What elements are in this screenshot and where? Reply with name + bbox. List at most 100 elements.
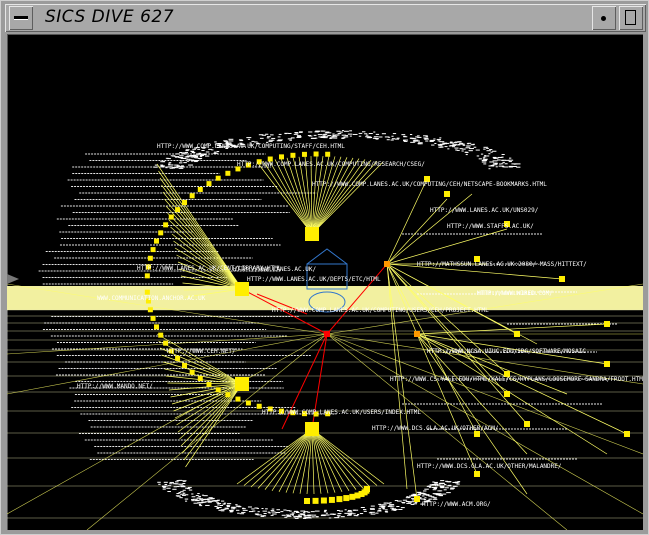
url-label[interactable]: HTTP://WWW.ACM.ORG/ [422,502,491,508]
label-speck [486,155,490,157]
label-speck [239,513,245,515]
dive-window: SICS DIVE 627 HTTP://WWW.LANES.AC.UK/HTT… [0,0,649,535]
label-speck [254,513,259,515]
label-speck [162,488,166,490]
label-speck [172,488,177,490]
label-speck [389,504,395,506]
label-speck [271,139,275,141]
label-speck [433,487,437,489]
label-speck [429,140,434,142]
label-speck [483,146,488,148]
label-speck [284,132,289,134]
label-speck [416,135,420,137]
label-speck [266,136,271,138]
label-speck [358,132,363,134]
label-speck [263,513,267,515]
label-speck [441,483,445,485]
label-speck [415,136,418,138]
label-speck [360,506,365,508]
label-speck [175,495,180,497]
minimize-button[interactable] [592,6,616,30]
node-box [150,247,156,253]
url-label[interactable]: HTTP://WWW.STAFFS.AC.UK/ [447,224,534,230]
label-speck [168,163,171,165]
label-speck [186,488,191,490]
node-box [235,396,241,402]
window-menu-button[interactable] [9,6,33,30]
label-speck [502,159,505,161]
url-label[interactable]: HTTP://WWW.COMP.LANES.AC.UK/USERS/INDEX.… [262,410,421,416]
label-speck [440,146,444,148]
link-line [416,333,568,395]
label-speck [169,483,172,485]
label-speck [423,137,429,139]
node-box [290,152,296,158]
label-speck [205,155,210,157]
url-label[interactable]: HTTP://WWW.NCSA.UIUC.EDU/SDG/SOFTWARE/MO… [427,349,586,355]
node-box [189,369,195,375]
label-speck [512,165,517,167]
link-line [278,428,313,492]
label-speck [361,131,366,133]
label-speck [242,507,245,509]
label-speck [310,511,315,513]
label-speck [424,488,429,490]
label-speck [370,513,376,515]
url-label[interactable]: HTTP://WWW.LANES.AC.UK/CENT/LIBRARY.HTML [137,266,282,272]
label-speck [197,502,202,504]
label-speck [254,507,258,509]
label-speck [391,138,396,140]
label-speck [454,481,460,483]
label-speck [265,133,269,135]
label-speck [325,512,328,514]
label-speck [370,505,375,507]
url-label[interactable]: HTTP://WWW.MANDO.NET/ [77,384,153,390]
link-line [311,428,378,486]
label-speck [431,144,435,146]
node-box [158,230,164,236]
link-line [159,177,243,290]
url-label[interactable]: HTTP://WWW.CEH.NET/ [167,349,236,355]
label-speck [406,496,409,498]
label-speck [320,130,324,132]
label-speck [242,509,248,511]
url-label[interactable]: HTTP://WWW.COMP.LANES.AC.UK/COMPUTING/ST… [157,144,345,150]
label-speck [291,512,296,514]
label-speck [341,134,347,136]
url-label[interactable]: HTTP://WWW.COMP.LANES.AC.UK/COMPUTING/US… [272,308,489,314]
label-speck [214,500,218,502]
label-speck [158,483,161,485]
url-label[interactable]: HTTP://WWW.DCS.GLA.AC.UK/OTHER/ACM/ [372,426,498,432]
link-line [416,323,608,335]
label-speck [461,148,466,150]
label-speck [297,514,301,516]
label-speck [191,496,196,498]
url-label[interactable]: HTTP://WWW.LANES.AC.UK/UNS029/ [430,208,538,214]
label-speck [199,155,205,157]
url-label[interactable]: HTTP://WWW.WIRED.COM/ [477,291,553,297]
label-speck [167,491,171,493]
label-speck [405,497,410,499]
label-speck [316,130,320,132]
url-label[interactable]: HTTP://WWW.CS.YALE.EDU/HTML/YALE/CS/HYPL… [390,377,643,383]
label-speck [440,487,445,489]
maximize-icon [625,10,636,25]
horizon-marker [7,274,19,284]
3d-viewport[interactable]: HTTP://WWW.LANES.AC.UK/HTTP://WWW.STAFFS… [7,34,643,530]
label-speck [481,161,487,163]
url-label[interactable]: HTTP://WWW.DCS.GLA.AC.UK/OTHER/MALANDRE/ [417,464,562,470]
maximize-button[interactable] [619,6,643,30]
label-speck [386,139,390,141]
url-label[interactable]: HTTP://WWW.COMP.LANES.AC.UK/COMPUTING/RE… [237,162,425,168]
label-speck [495,166,498,168]
label-speck [311,516,315,518]
url-label[interactable]: HTTP://WWW.COMP.LANES.AC.UK/COMPUTING/CE… [312,182,547,188]
url-label[interactable]: HTTP://WWW.LANES.AC.UK/DEPTS/ETC/HTML [247,277,381,283]
label-speck [488,153,491,155]
label-speck [323,135,329,137]
url-label[interactable]: HTTP://MATHSSUN.LANES.AC.UK:2080/~MASS/H… [417,262,587,268]
url-label[interactable]: WWW.COMMUNICATION.ANCHOR.AC.UK [97,296,205,302]
label-speck [228,140,234,142]
title-bar[interactable]: SICS DIVE 627 [5,4,646,32]
label-speck [466,143,470,145]
